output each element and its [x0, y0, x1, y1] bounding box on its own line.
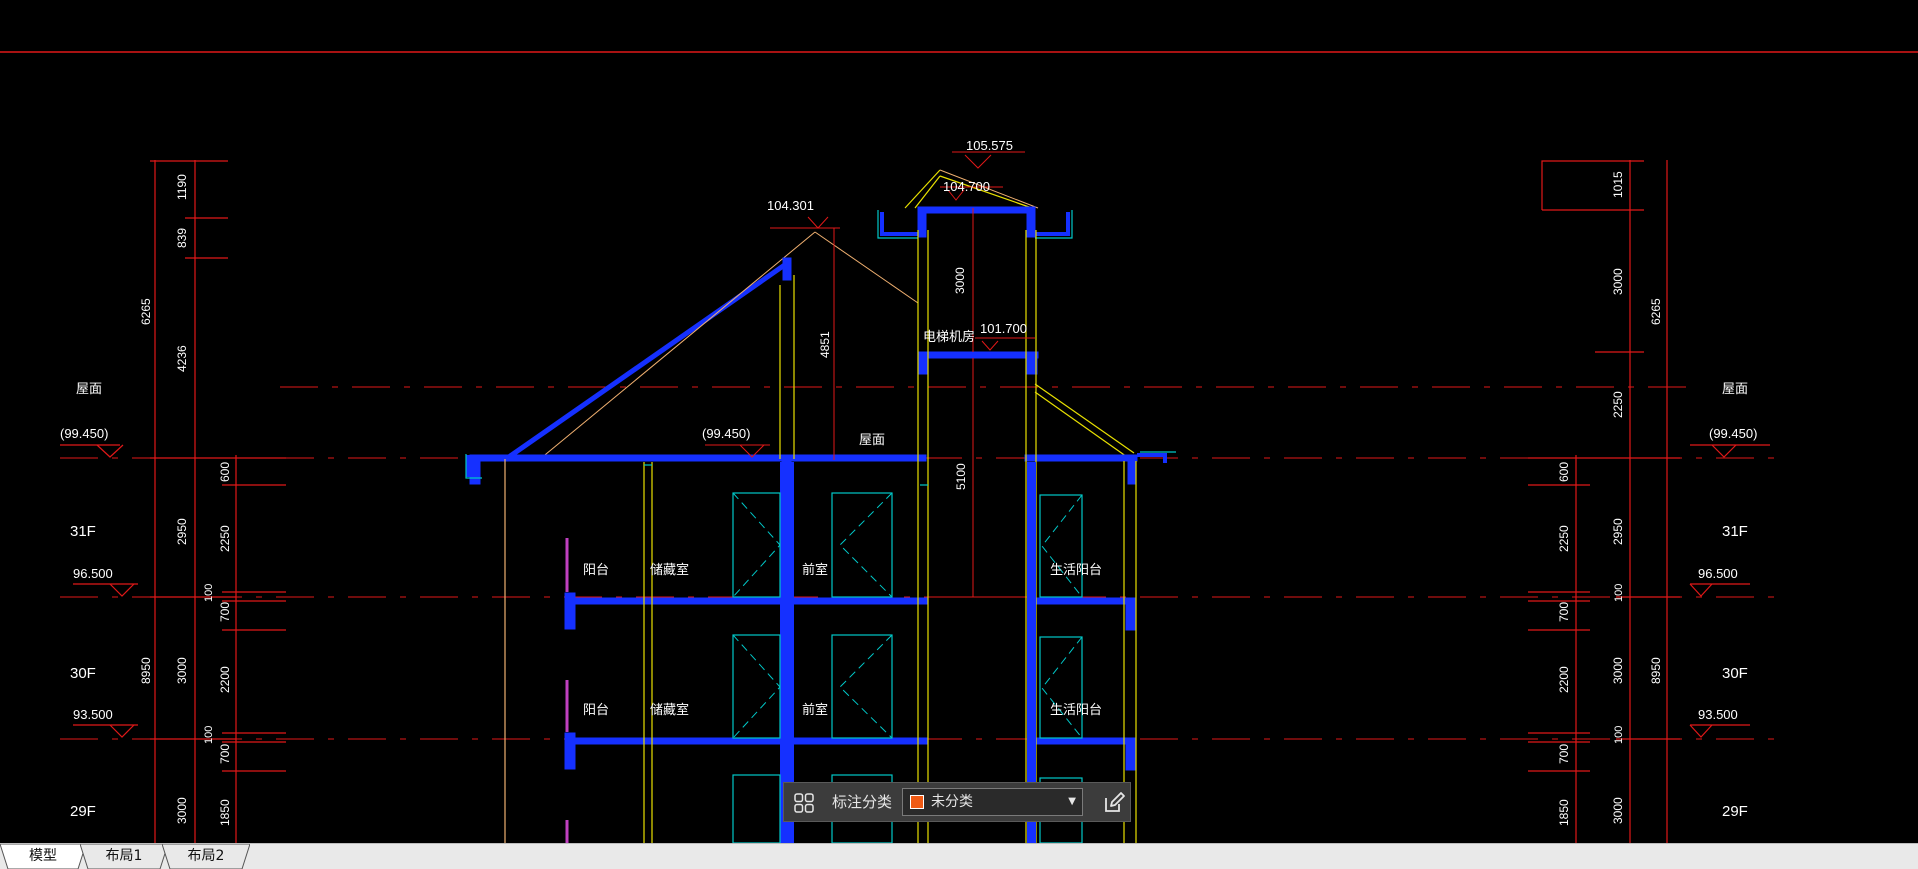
- dimension-text: 3000: [1611, 268, 1625, 295]
- elevation-label: 93.500: [1698, 707, 1738, 722]
- dimension-text: 8950: [139, 657, 153, 684]
- annotation-category-toolbar: 标注分类 未分类 ▼: [783, 782, 1131, 822]
- elevation-label: (99.450): [702, 426, 750, 441]
- elevation-label: 104.700: [943, 179, 990, 194]
- dimension-text: 1190: [175, 174, 189, 200]
- floor-label: 31F: [1722, 523, 1748, 540]
- room-label: 阳台: [583, 562, 609, 577]
- dimension-text: 700: [218, 602, 232, 622]
- tab-label: 布局2: [187, 848, 225, 864]
- floor-label: 30F: [70, 665, 96, 682]
- elevation-label: 105.575: [966, 138, 1013, 153]
- elevation-label: 96.500: [73, 566, 113, 581]
- room-label: 电梯机房: [923, 329, 975, 344]
- dimension-text: 700: [218, 744, 232, 764]
- annotation-category-select[interactable]: 未分类 ▼: [902, 788, 1083, 816]
- dimension-text: 3000: [175, 797, 189, 824]
- dimension-text: 839: [175, 228, 189, 248]
- dimension-text: 3000: [1611, 797, 1625, 824]
- dimension-text: 8950: [1649, 657, 1663, 684]
- chevron-down-icon: ▼: [1068, 796, 1076, 807]
- roof-label: 屋面: [76, 381, 102, 396]
- roof-label: 屋面: [859, 432, 885, 447]
- tab-label: 布局1: [105, 848, 143, 864]
- room-label: 前室: [802, 562, 828, 577]
- elevation-label: 93.500: [73, 707, 113, 722]
- room-label: 前室: [802, 702, 828, 717]
- room-label: 生活阳台: [1050, 702, 1102, 717]
- room-label: 阳台: [583, 702, 609, 717]
- dimension-text: 3000: [175, 657, 189, 684]
- dimension-text: 100: [1613, 726, 1625, 744]
- tab-model[interactable]: 模型: [0, 844, 86, 869]
- elevation-label: (99.450): [1709, 426, 1757, 441]
- dimension-text: 2950: [175, 518, 189, 545]
- edit-icon[interactable]: [1102, 791, 1126, 815]
- elevation-label: 101.700: [980, 321, 1027, 336]
- room-label: 储藏室: [650, 562, 689, 577]
- dimension-text: 4851: [818, 331, 832, 358]
- dimension-text: 600: [218, 462, 232, 482]
- dimension-text: 5100: [954, 463, 968, 490]
- floor-label: 29F: [70, 803, 96, 820]
- dimension-text: 2250: [218, 525, 232, 552]
- dimension-text: 1850: [218, 799, 232, 826]
- dimension-text: 2250: [1557, 525, 1571, 552]
- category-color-swatch: [910, 795, 924, 809]
- dimension-text: 700: [1557, 602, 1571, 622]
- tab-layout2[interactable]: 布局2: [162, 844, 250, 869]
- grid-icon[interactable]: [794, 793, 814, 813]
- dimension-text: 600: [1557, 462, 1571, 482]
- annotation-category-value: 未分类: [931, 794, 973, 810]
- dimension-text: 100: [203, 726, 215, 744]
- dimension-text: 2200: [1557, 666, 1571, 693]
- cad-drawing-canvas[interactable]: 屋面 (99.450) 31F 96.500 30F 93.500 29F 11…: [0, 0, 1918, 843]
- dimension-text: 1850: [1557, 799, 1571, 826]
- dimension-text: 2250: [1611, 391, 1625, 418]
- dimension-text: 6265: [139, 298, 153, 325]
- floor-label: 30F: [1722, 665, 1748, 682]
- floor-label: 31F: [70, 523, 96, 540]
- elevation-label: (99.450): [60, 426, 108, 441]
- dimension-text: 2200: [218, 666, 232, 693]
- dimension-text: 3000: [1611, 657, 1625, 684]
- dimension-text: 4236: [175, 345, 189, 372]
- room-label: 储藏室: [650, 702, 689, 717]
- roof-label: 屋面: [1722, 381, 1748, 396]
- elevation-label: 104.301: [767, 198, 814, 213]
- room-label: 生活阳台: [1050, 562, 1102, 577]
- dimension-text: 100: [1613, 584, 1625, 602]
- annotation-category-label: 标注分类: [832, 793, 893, 811]
- floor-label: 29F: [1722, 803, 1748, 820]
- elevation-label: 96.500: [1698, 566, 1738, 581]
- dimension-text: 6265: [1649, 298, 1663, 325]
- dimension-text: 700: [1557, 744, 1571, 764]
- dimension-text: 3000: [953, 267, 967, 294]
- tab-layout1[interactable]: 布局1: [80, 844, 168, 869]
- dimension-text: 2950: [1611, 518, 1625, 545]
- dimension-text: 100: [203, 584, 215, 602]
- layout-tab-bar: 模型 布局1 布局2: [0, 843, 1918, 869]
- dimension-text: 1015: [1611, 171, 1625, 198]
- tab-label: 模型: [29, 848, 57, 864]
